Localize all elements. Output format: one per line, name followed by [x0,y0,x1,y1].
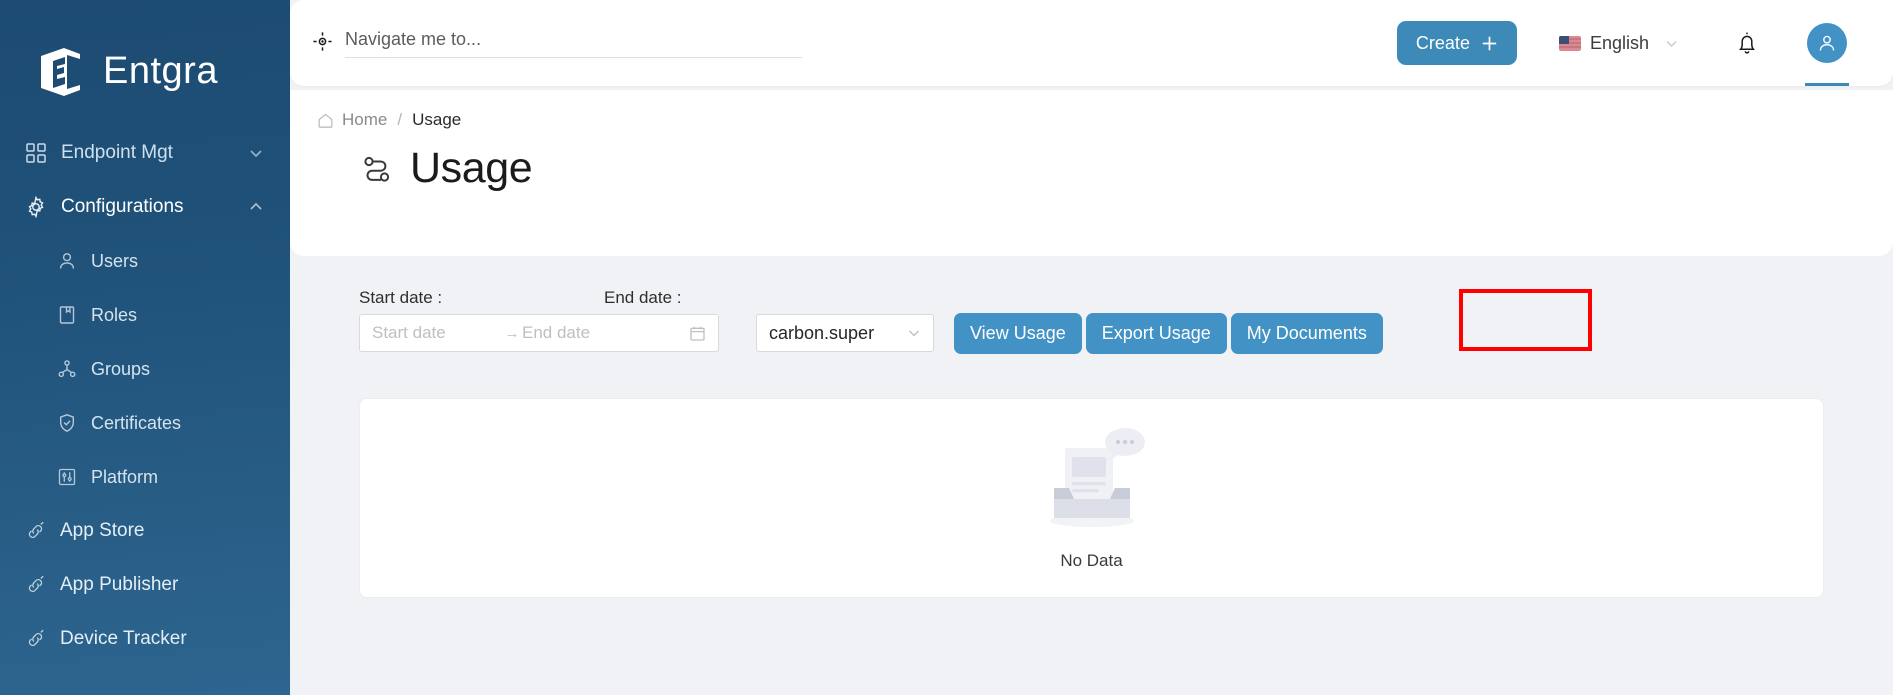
range-arrow-icon: → [502,325,522,342]
sidebar: Entgra Endpoint Mgt [0,0,290,695]
no-data-tray-icon [1033,426,1151,538]
sidebar-item-label: Device Tracker [60,628,187,650]
sidebar-nav: Endpoint Mgt Configurations [0,126,290,666]
search-field-wrapper [345,29,802,58]
sidebar-item-label: Endpoint Mgt [61,142,248,164]
gear-icon [25,196,47,218]
filter-bar: Start date : End date : → carbon.super [290,262,1893,392]
sidebar-item-label: Certificates [91,413,181,434]
page-title: Usage [410,144,532,193]
start-date-input[interactable] [372,323,502,343]
main-area: Create [290,0,1893,695]
sidebar-item-label: Configurations [61,196,248,218]
language-selector[interactable]: English [1559,33,1679,54]
chevron-down-icon[interactable] [907,326,921,340]
page-title-row: Usage [290,130,1893,193]
us-flag-icon [1559,36,1581,51]
tenant-select[interactable]: carbon.super [756,314,934,352]
avatar[interactable] [1807,23,1847,63]
sidebar-item-certificates[interactable]: Certificates [0,396,290,450]
end-date-label: End date : [604,288,682,308]
link-icon [25,575,46,596]
search-input[interactable] [345,29,802,50]
tenant-select-value: carbon.super [769,323,874,344]
export-usage-button[interactable]: Export Usage [1086,313,1227,354]
page-header-card: Home / Usage Usage [290,90,1893,256]
brand-logo[interactable]: Entgra [0,0,290,116]
my-documents-button[interactable]: My Documents [1231,313,1383,354]
groups-icon [57,359,77,379]
view-usage-button[interactable]: View Usage [954,313,1082,354]
sidebar-item-device-tracker[interactable]: Device Tracker [0,612,290,666]
sidebar-item-platform[interactable]: Platform [0,450,290,504]
bell-icon[interactable] [1735,30,1759,56]
sidebar-item-app-store[interactable]: App Store [0,504,290,558]
breadcrumb-home[interactable]: Home [342,110,387,130]
sidebar-item-label: App Store [60,520,145,542]
node-graph-icon [360,152,394,186]
sidebar-item-label: Groups [91,359,150,380]
sidebar-item-users[interactable]: Users [0,234,290,288]
entgra-logo-icon [34,43,90,99]
home-icon [317,112,334,129]
user-icon [57,251,77,271]
no-data-label: No Data [1060,551,1122,571]
start-date-label: Start date : [359,288,442,308]
end-date-input[interactable] [522,323,652,343]
create-button[interactable]: Create [1397,21,1517,65]
sidebar-item-roles[interactable]: Roles [0,288,290,342]
link-icon [25,521,46,542]
active-indicator [1805,83,1849,86]
chevron-up-icon[interactable] [248,199,264,215]
grid-icon [25,142,47,164]
sidebar-item-label: Platform [91,467,158,488]
topbar-actions: Create [1397,0,1893,86]
sidebar-item-configurations[interactable]: Configurations [0,180,290,234]
sidebar-item-label: Users [91,251,138,272]
filter-actions: View Usage Export Usage My Documents [954,313,1383,354]
plus-icon [1481,35,1498,52]
sidebar-item-endpoint-mgt[interactable]: Endpoint Mgt [0,126,290,180]
user-menu[interactable] [1807,0,1847,86]
global-search[interactable] [312,29,802,58]
target-crosshair-icon [312,31,333,52]
breadcrumb-current: Usage [412,110,461,130]
app-root: Entgra Endpoint Mgt [0,0,1893,695]
usage-results-card: No Data [359,398,1824,598]
sliders-icon [57,467,77,487]
language-label: English [1590,33,1649,54]
shield-check-icon [57,413,77,433]
sidebar-item-groups[interactable]: Groups [0,342,290,396]
sidebar-item-label: App Publisher [60,574,178,596]
sidebar-item-label: Roles [91,305,137,326]
link-icon [25,629,46,650]
brand-name: Entgra [103,50,218,93]
breadcrumb: Home / Usage [290,90,1893,130]
create-button-label: Create [1416,33,1470,54]
chevron-down-icon[interactable] [248,145,264,161]
calendar-icon[interactable] [689,325,706,342]
breadcrumb-separator: / [397,110,402,130]
date-range-picker[interactable]: → [359,314,719,352]
topbar: Create [290,0,1893,86]
sidebar-item-app-publisher[interactable]: App Publisher [0,558,290,612]
chevron-down-icon[interactable] [1664,36,1679,51]
book-icon [57,305,77,325]
